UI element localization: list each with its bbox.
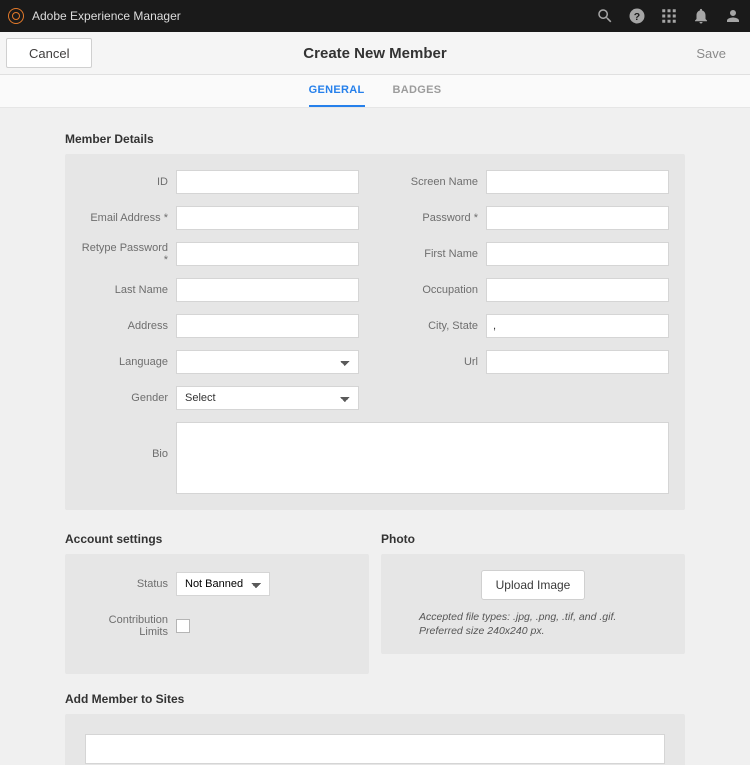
cancel-button[interactable]: Cancel: [6, 38, 92, 68]
label-id: ID: [81, 176, 176, 188]
language-select[interactable]: [176, 350, 359, 374]
photo-hint: Accepted file types: .jpg, .png, .tif, a…: [395, 610, 671, 638]
label-language: Language: [81, 356, 176, 368]
label-url: Url: [391, 356, 486, 368]
upload-image-button[interactable]: Upload Image: [481, 570, 586, 600]
add-to-sites-panel: [65, 714, 685, 765]
save-button[interactable]: Save: [674, 38, 748, 68]
status-select[interactable]: Not Banned: [176, 572, 270, 596]
member-details-panel: ID Email Address * Retype Password * Las…: [65, 154, 685, 510]
sites-input[interactable]: [85, 734, 665, 764]
label-gender: Gender: [81, 392, 176, 404]
label-address: Address: [81, 320, 176, 332]
screen-name-field[interactable]: [486, 170, 669, 194]
label-last-name: Last Name: [81, 284, 176, 296]
label-contribution-limits: Contribution Limits: [81, 614, 176, 638]
label-bio: Bio: [81, 448, 176, 494]
retype-password-field[interactable]: [176, 242, 359, 266]
svg-text:?: ?: [634, 11, 640, 23]
address-field[interactable]: [176, 314, 359, 338]
label-screen-name: Screen Name: [391, 176, 486, 188]
label-retype-password: Retype Password *: [81, 242, 176, 266]
aem-logo-icon: [8, 8, 24, 24]
headerbar: Cancel Create New Member Save: [0, 32, 750, 75]
brand-title: Adobe Experience Manager: [32, 9, 181, 23]
search-icon[interactable]: [596, 7, 614, 25]
section-add-to-sites: Add Member to Sites: [65, 692, 685, 706]
bell-icon[interactable]: [692, 7, 710, 25]
help-icon[interactable]: ?: [628, 7, 646, 25]
contribution-limits-checkbox[interactable]: [176, 619, 190, 633]
id-field[interactable]: [176, 170, 359, 194]
label-occupation: Occupation: [391, 284, 486, 296]
section-photo: Photo: [381, 532, 685, 546]
tabs: GENERAL BADGES: [0, 75, 750, 108]
password-field[interactable]: [486, 206, 669, 230]
email-field[interactable]: [176, 206, 359, 230]
label-email: Email Address *: [81, 212, 176, 224]
label-password: Password *: [391, 212, 486, 224]
label-first-name: First Name: [391, 248, 486, 260]
city-state-field[interactable]: [486, 314, 669, 338]
photo-panel: Upload Image Accepted file types: .jpg, …: [381, 554, 685, 654]
tab-general[interactable]: GENERAL: [309, 75, 365, 107]
user-icon[interactable]: [724, 7, 742, 25]
tab-badges[interactable]: BADGES: [393, 75, 442, 107]
topbar: Adobe Experience Manager ?: [0, 0, 750, 32]
label-status: Status: [81, 578, 176, 590]
bio-field[interactable]: [176, 422, 669, 494]
page-title: Create New Member: [303, 45, 446, 62]
last-name-field[interactable]: [176, 278, 359, 302]
url-field[interactable]: [486, 350, 669, 374]
account-settings-panel: Status Not Banned Contribution Limits: [65, 554, 369, 674]
gender-select[interactable]: Select: [176, 386, 359, 410]
section-account-settings: Account settings: [65, 532, 369, 546]
first-name-field[interactable]: [486, 242, 669, 266]
apps-icon[interactable]: [660, 7, 678, 25]
label-city-state: City, State: [391, 320, 486, 332]
occupation-field[interactable]: [486, 278, 669, 302]
section-member-details: Member Details: [65, 132, 685, 146]
